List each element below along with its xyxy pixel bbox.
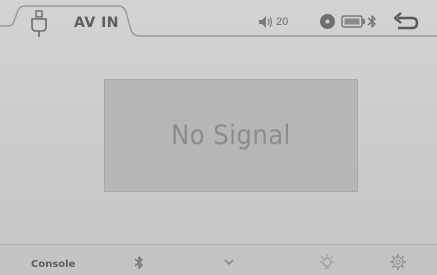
top-bar: AV IN 20	[0, 0, 437, 42]
usb-plug-icon	[31, 10, 47, 37]
bluetooth-icon	[367, 15, 376, 28]
disc-icon	[320, 14, 335, 29]
no-signal-message: No Signal	[171, 120, 291, 151]
bottom-bar: Console	[0, 244, 437, 275]
page-title: AV IN	[74, 15, 120, 31]
light-bulb-icon[interactable]	[318, 254, 336, 272]
volume-level: 20	[276, 16, 289, 28]
chevron-down-icon[interactable]	[223, 257, 235, 267]
battery-icon	[341, 15, 365, 28]
console-button[interactable]: Console	[31, 259, 75, 270]
no-signal-panel: No Signal	[104, 79, 358, 192]
bluetooth-icon[interactable]	[133, 254, 145, 271]
av-in-screen: AV IN 20 No Signal Console	[0, 0, 437, 275]
speaker-icon	[259, 16, 273, 28]
back-arrow-icon[interactable]	[392, 11, 420, 31]
gear-icon[interactable]	[389, 253, 407, 271]
